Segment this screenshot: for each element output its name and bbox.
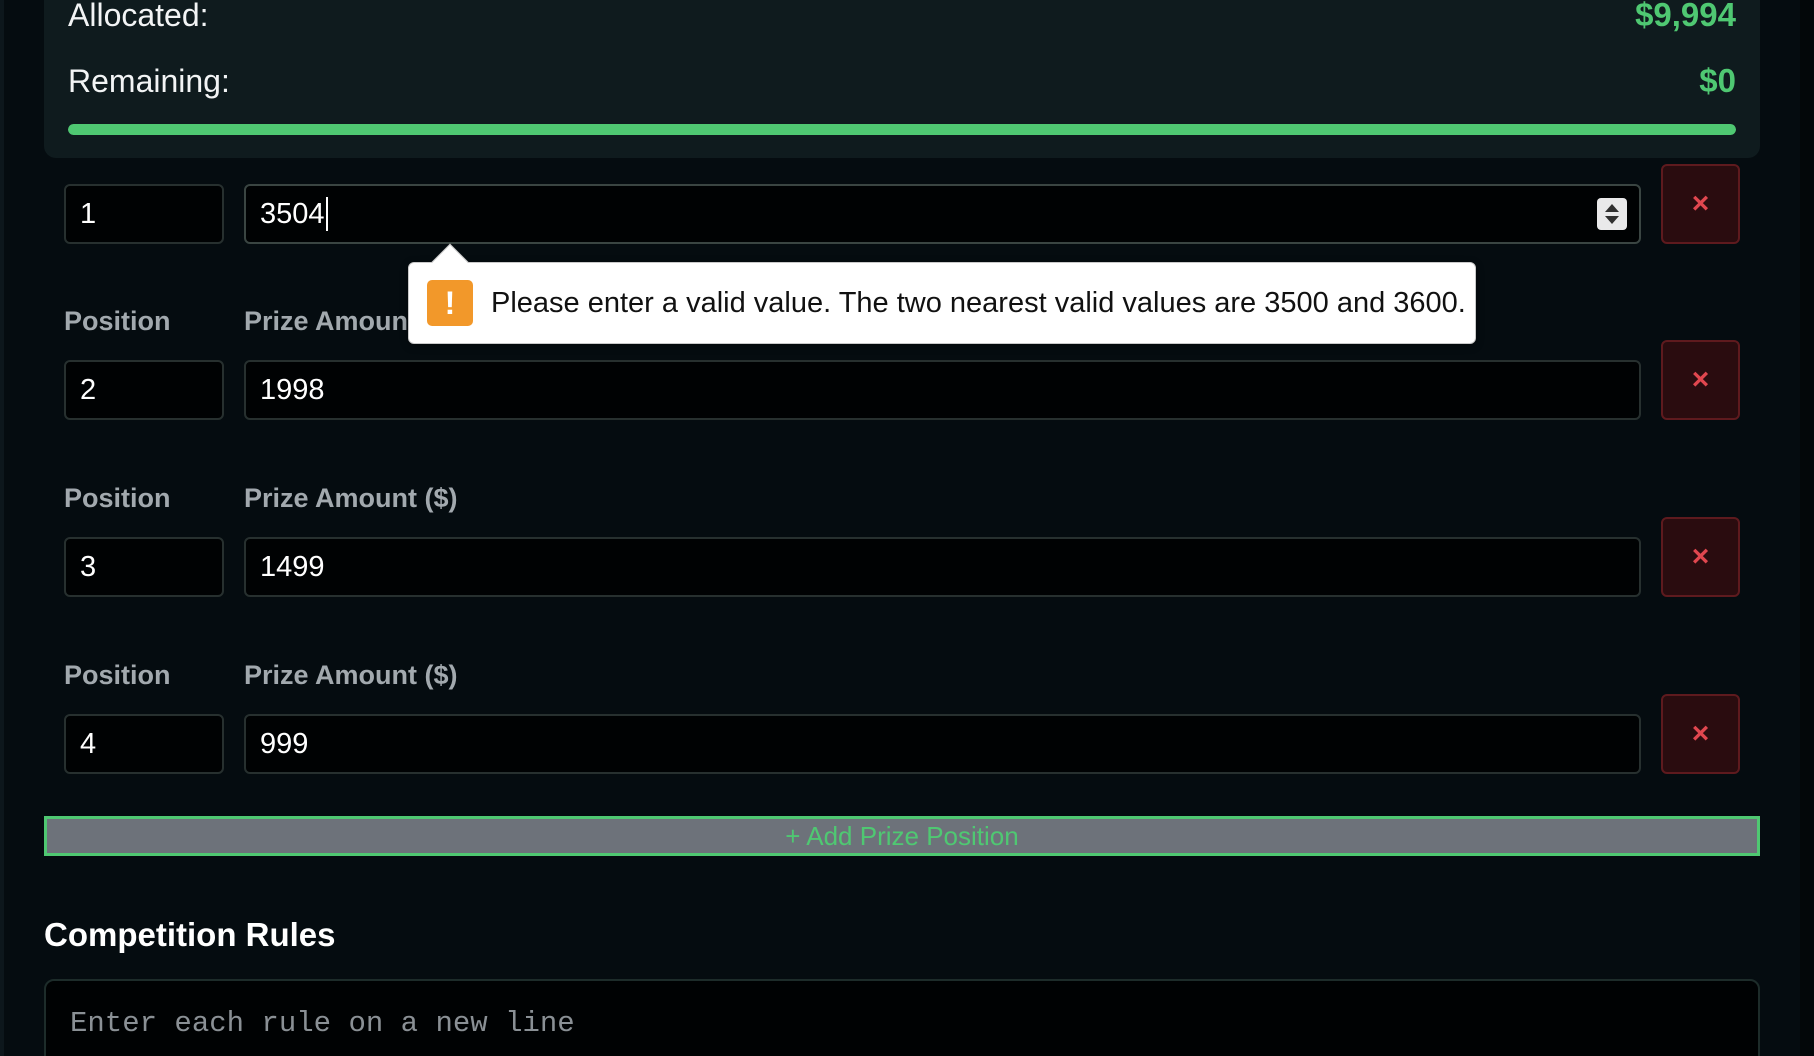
prize-summary-card: Allocated: $9,994 Remaining: $0 [44,0,1760,158]
rules-placeholder: Enter each rule on a new line [70,1007,575,1040]
position-label-3: Position [64,483,171,513]
position-value-4: 4 [80,727,97,760]
prize-row-1: 1 3504 × [44,164,1760,272]
position-value-3: 3 [80,550,97,583]
remaining-label: Remaining: [68,62,230,99]
prize-amount-label-3: Prize Amount ($) [244,483,458,513]
close-icon: × [1691,187,1710,220]
delete-prize-button-2[interactable]: × [1661,340,1740,420]
prize-amount-value-3: 1499 [260,550,325,583]
prize-amount-value-1: 3504 [260,197,325,230]
scrollbar-track[interactable] [1800,0,1814,1056]
warning-icon: ! [427,280,473,326]
delete-prize-button-4[interactable]: × [1661,694,1740,774]
allocated-value: $9,994 [1635,0,1736,33]
prize-amount-value-2: 1998 [260,373,325,406]
allocation-progress-bar [68,124,1736,135]
number-spinner[interactable] [1597,198,1627,230]
prize-amount-input-4[interactable]: 999 [244,714,1641,774]
delete-prize-button-3[interactable]: × [1661,517,1740,597]
position-value-2: 2 [80,373,97,406]
remaining-row: Remaining: $0 [68,62,1736,100]
position-label-4: Position [64,660,171,690]
allocated-label: Allocated: [68,0,209,33]
position-value-1: 1 [80,197,97,230]
add-prize-position-button[interactable]: + Add Prize Position [44,816,1760,856]
tooltip-message: Please enter a valid value. The two near… [491,286,1466,319]
prize-row-4: Position Prize Amount ($) 4 999 × [44,644,1760,804]
prize-amount-input-3[interactable]: 1499 [244,537,1641,597]
prize-row-3: Position Prize Amount ($) 3 1499 × [44,467,1760,627]
rules-textarea[interactable]: Enter each rule on a new line [44,979,1760,1056]
position-input-2[interactable]: 2 [64,360,224,420]
allocation-progress-fill [68,124,1736,135]
text-caret [325,197,328,231]
position-input-3[interactable]: 3 [64,537,224,597]
close-icon: × [1691,363,1710,396]
validation-tooltip: ! Please enter a valid value. The two ne… [408,243,1476,344]
close-icon: × [1691,540,1710,573]
competition-rules-heading: Competition Rules [44,916,336,953]
close-icon: × [1691,717,1710,750]
position-label-2: Position [64,306,171,336]
delete-prize-button-1[interactable]: × [1661,164,1740,244]
allocated-row: Allocated: $9,994 [68,0,1736,34]
prize-amount-value-4: 999 [260,727,309,760]
remaining-value: $0 [1699,62,1736,99]
spinner-down-icon[interactable] [1605,216,1619,224]
spinner-up-icon[interactable] [1605,204,1619,212]
prize-amount-label-4: Prize Amount ($) [244,660,458,690]
position-input-1[interactable]: 1 [64,184,224,244]
position-input-4[interactable]: 4 [64,714,224,774]
prize-amount-input-1[interactable]: 3504 [244,184,1641,244]
left-border [0,0,4,1056]
page: Allocated: $9,994 Remaining: $0 1 3504 ×… [0,0,1814,1056]
prize-amount-input-2[interactable]: 1998 [244,360,1641,420]
